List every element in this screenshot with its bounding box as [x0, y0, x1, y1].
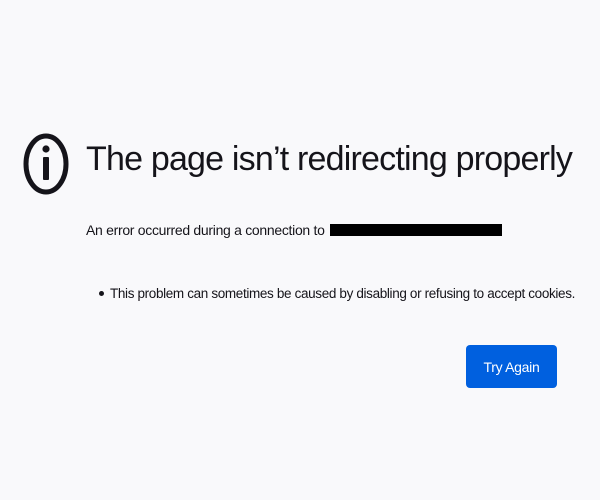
bullet-icon — [99, 290, 104, 296]
redacted-url — [329, 224, 502, 236]
error-description: An error occurred during a connection to — [86, 219, 502, 241]
reason-text: This problem can sometimes be caused by … — [110, 285, 576, 301]
error-description-text: An error occurred during a connection to — [86, 222, 325, 238]
list-item: This problem can sometimes be caused by … — [99, 283, 575, 303]
error-title: The page isn’t redirecting properly — [86, 140, 573, 178]
error-reasons-list: This problem can sometimes be caused by … — [99, 283, 575, 303]
info-icon — [23, 132, 69, 196]
try-again-button[interactable]: Try Again — [466, 345, 557, 388]
